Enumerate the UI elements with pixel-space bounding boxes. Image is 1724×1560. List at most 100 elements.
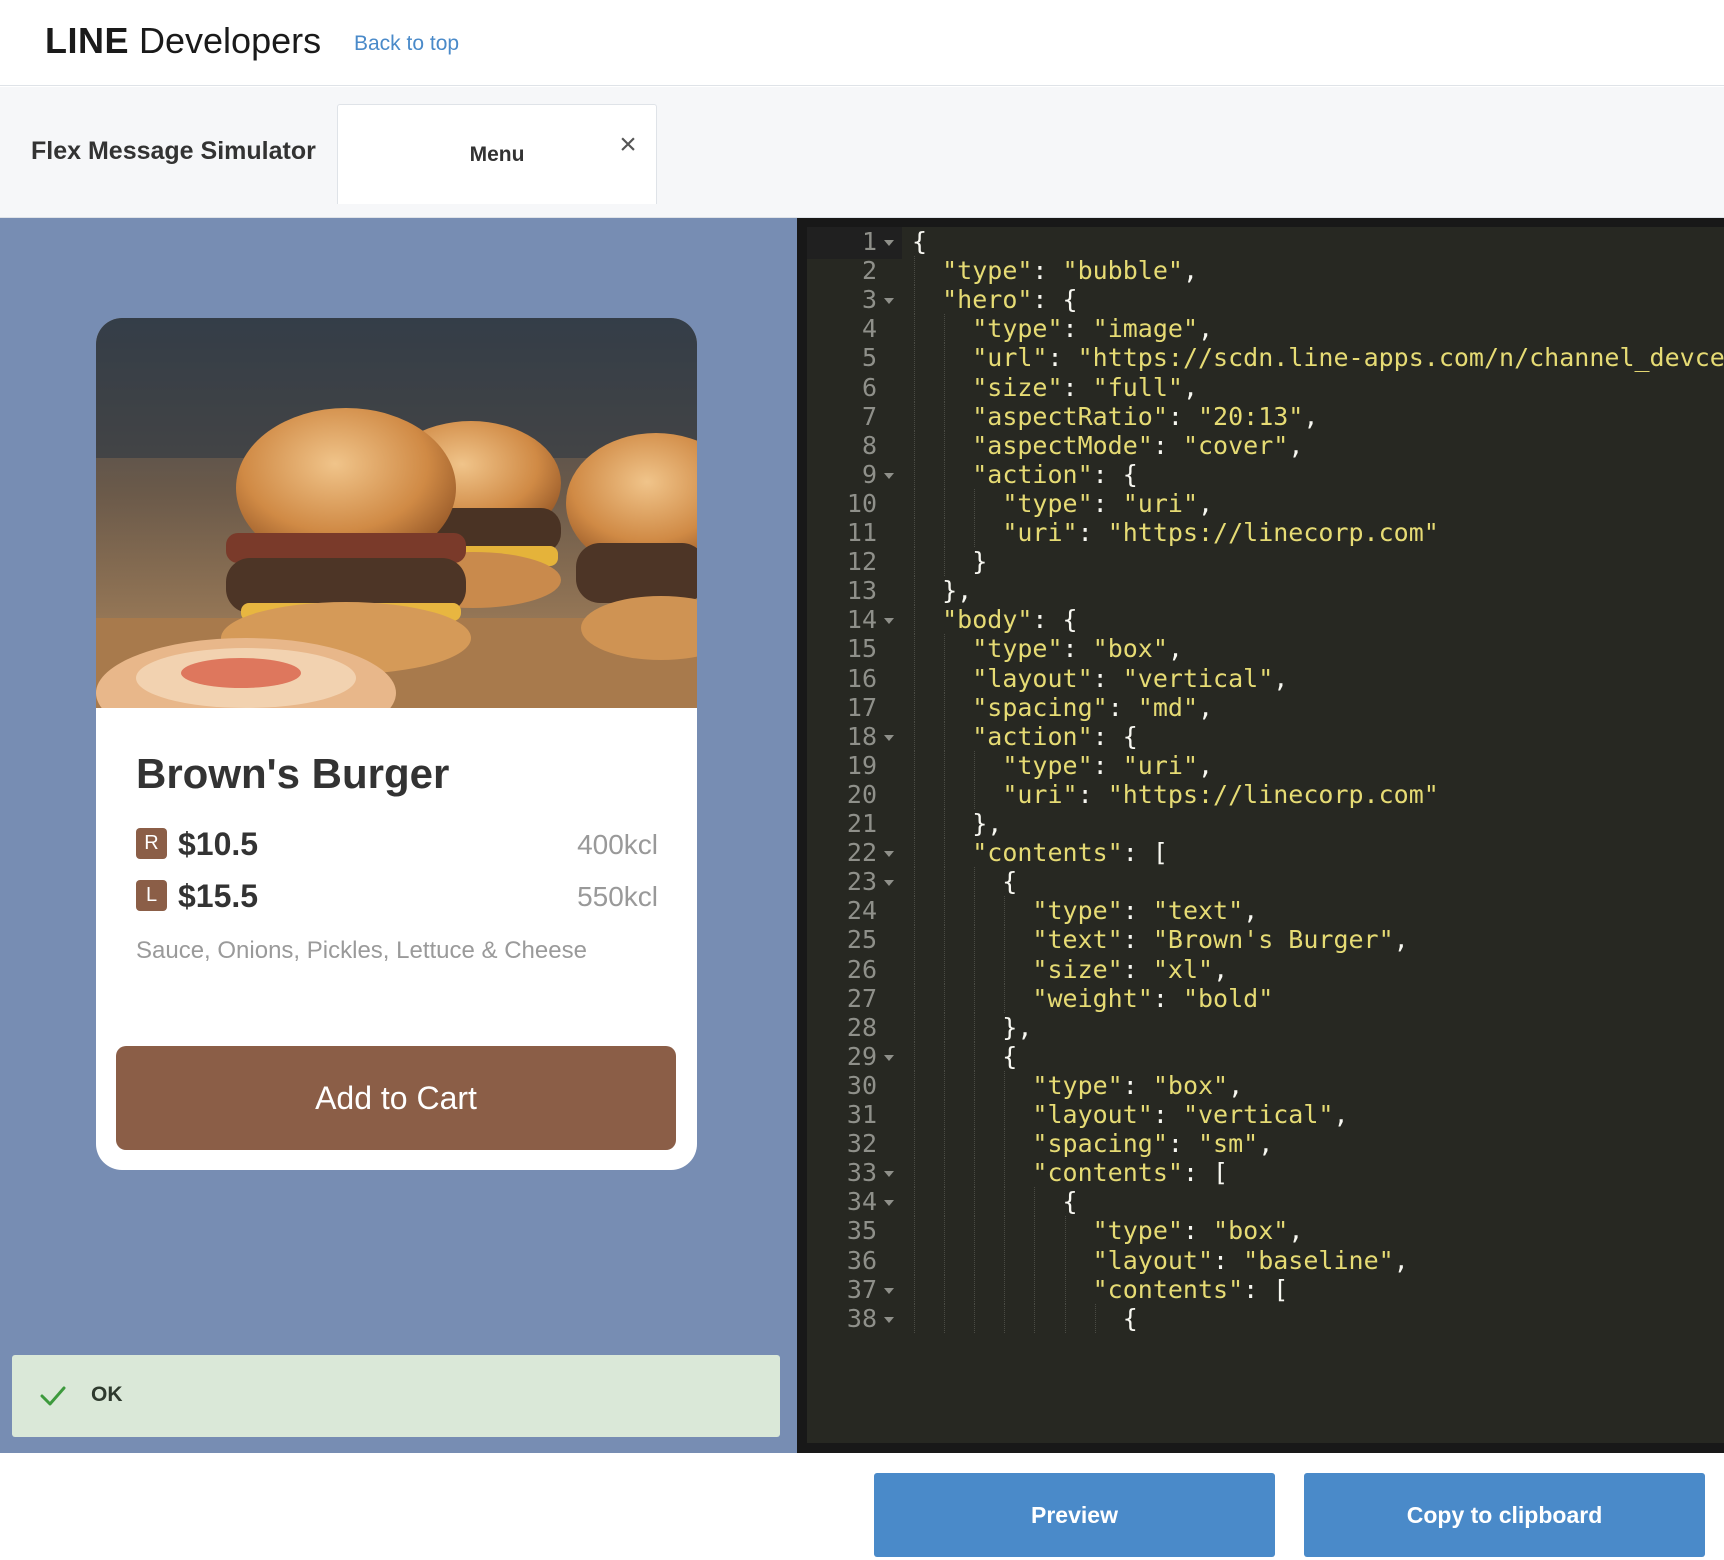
code-line: }, — [912, 1012, 1033, 1042]
line-number: 28 — [846, 1012, 877, 1042]
copy-to-clipboard-button[interactable]: Copy to clipboard — [1304, 1473, 1705, 1557]
code-line: "spacing": "sm", — [1032, 1129, 1274, 1159]
line-number: 2 — [861, 256, 877, 286]
code-line: "layout": "baseline", — [1092, 1245, 1409, 1275]
tab-menu[interactable]: Menu × — [337, 104, 657, 204]
fold-arrow-icon[interactable] — [884, 472, 894, 479]
fold-arrow-icon[interactable] — [884, 1054, 894, 1061]
line-number: 13 — [846, 576, 877, 606]
code-line: "type": "box", — [972, 634, 1183, 664]
code-line: "type": "image", — [972, 314, 1214, 344]
fold-arrow-icon[interactable] — [884, 880, 894, 887]
code-line: "action": { — [972, 721, 1138, 751]
code-line: } — [912, 547, 988, 577]
line-developers-logo[interactable]: LINE Developers — [45, 20, 321, 62]
close-icon[interactable]: × — [614, 130, 642, 160]
line-number: 12 — [846, 547, 877, 577]
code-line: "action": { — [972, 459, 1138, 489]
code-line: "spacing": "md", — [972, 692, 1214, 722]
line-number: 11 — [846, 518, 877, 547]
brand-line: LINE — [45, 20, 130, 61]
burger-photo[interactable] — [96, 318, 697, 708]
back-to-top-link[interactable]: Back to top — [354, 32, 459, 56]
kcal-regular: 400kcl — [577, 829, 658, 860]
code-line: "type": "uri", — [1002, 750, 1214, 780]
size-badge-regular: R — [136, 828, 167, 859]
line-number: 3 — [861, 285, 877, 315]
line-number: 10 — [846, 488, 877, 518]
fold-arrow-icon[interactable] — [884, 1287, 894, 1294]
line-number: 5 — [861, 343, 877, 373]
fold-arrow-icon[interactable] — [884, 618, 894, 625]
status-bar: OK — [12, 1355, 780, 1437]
line-number: 32 — [846, 1129, 877, 1159]
add-to-cart-button[interactable]: Add to Cart — [116, 1046, 676, 1150]
line-number: 38 — [846, 1303, 877, 1333]
preview-button[interactable]: Preview — [874, 1473, 1275, 1557]
code-line: "layout": "vertical", — [972, 663, 1289, 693]
fold-arrow-icon[interactable] — [884, 851, 894, 858]
code-line: "hero": { — [942, 285, 1078, 315]
code-line: "contents": [ — [972, 838, 1168, 868]
preview-pane: Brown's Burger R $10.5 400kcl L $15.5 55… — [0, 218, 797, 1453]
code-line: "url": "https://scdn.line-apps.com/n/cha… — [972, 343, 1724, 373]
fold-arrow-icon[interactable] — [884, 734, 894, 741]
code-area[interactable]: { "type": "bubble", "hero": { "type": "i… — [902, 227, 1724, 1443]
code-line: }, — [912, 809, 1003, 838]
fold-arrow-icon[interactable] — [884, 1316, 894, 1323]
code-line: "uri": "https://linecorp.com" — [1002, 518, 1439, 547]
line-number: 20 — [846, 779, 877, 809]
price-regular: $10.5 — [178, 826, 259, 862]
line-number: 34 — [846, 1187, 877, 1217]
code-line: { — [912, 227, 928, 256]
line-number: 29 — [846, 1041, 877, 1071]
json-editor[interactable]: { "type": "bubble", "hero": { "type": "i… — [797, 218, 1724, 1453]
check-icon — [40, 1386, 66, 1406]
line-number: 6 — [861, 372, 877, 402]
code-line: "contents": [ — [1092, 1274, 1289, 1304]
line-number: 27 — [846, 983, 877, 1013]
line-number: 37 — [846, 1274, 877, 1304]
ingredients-text: Sauce, Onions, Pickles, Lettuce & Cheese — [136, 937, 587, 964]
line-number: 19 — [846, 750, 877, 780]
code-line: "type": "uri", — [1002, 488, 1214, 518]
kcal-large: 550kcl — [577, 881, 658, 912]
fold-arrow-icon[interactable] — [884, 298, 894, 305]
code-line: "type": "text", — [1032, 896, 1259, 926]
flex-bubble[interactable]: Brown's Burger R $10.5 400kcl L $15.5 55… — [96, 318, 697, 1170]
line-number: 14 — [846, 605, 877, 635]
code-line: "size": "xl", — [1032, 954, 1229, 984]
price-row-regular: R $10.5 400kcl — [136, 824, 658, 864]
line-number: 33 — [846, 1158, 877, 1188]
simulator-title: Flex Message Simulator — [31, 137, 316, 165]
line-number: 4 — [861, 314, 877, 344]
fold-arrow-icon[interactable] — [884, 240, 894, 246]
price-row-large: L $15.5 550kcl — [136, 876, 658, 916]
code-line: "size": "full", — [972, 372, 1199, 402]
price-large: $15.5 — [178, 878, 259, 914]
code-line: "type": "bubble", — [942, 256, 1199, 286]
code-line: { — [912, 1187, 1078, 1217]
line-number: 18 — [846, 721, 877, 751]
line-number: 15 — [846, 634, 877, 664]
code-line: "layout": "vertical", — [1032, 1100, 1349, 1129]
top-header: LINE Developers Back to top — [0, 0, 1724, 86]
code-line: "type": "box", — [1092, 1216, 1304, 1246]
code-line: "aspectMode": "cover", — [972, 430, 1304, 460]
tab-menu-label: Menu — [469, 143, 525, 166]
line-number: 25 — [846, 925, 877, 955]
code-line: { — [912, 1303, 1138, 1333]
code-line: "uri": "https://linecorp.com" — [1002, 779, 1439, 809]
code-line: "weight": "bold" — [1032, 983, 1274, 1013]
code-line: }, — [912, 576, 973, 606]
code-line: "aspectRatio": "20:13", — [972, 401, 1319, 431]
code-line: "body": { — [942, 605, 1078, 635]
line-number: 7 — [861, 401, 877, 431]
fold-arrow-icon[interactable] — [884, 1200, 894, 1207]
line-number: 17 — [846, 692, 877, 722]
item-name: Brown's Burger — [136, 750, 450, 797]
fold-arrow-icon[interactable] — [884, 1171, 894, 1178]
code-line: "contents": [ — [1032, 1158, 1229, 1188]
code-line: "type": "box", — [1032, 1070, 1244, 1100]
line-number: 8 — [861, 430, 877, 460]
